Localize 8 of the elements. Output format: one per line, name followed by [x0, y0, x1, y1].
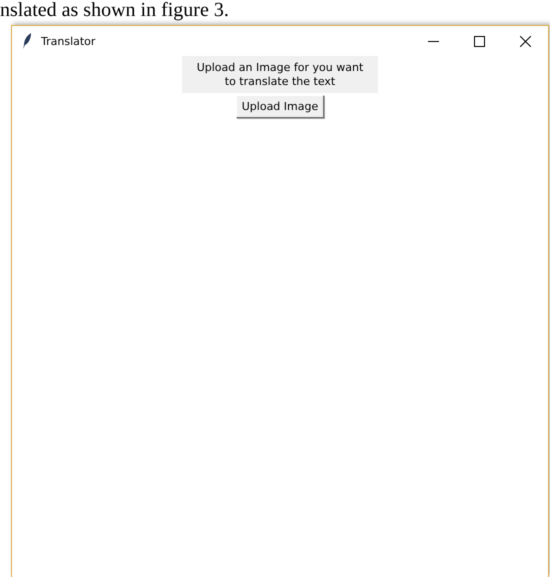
maximize-icon — [474, 36, 484, 46]
upload-button[interactable]: Upload Image — [236, 95, 324, 118]
minimize-icon — [428, 40, 438, 42]
feather-icon — [23, 33, 32, 49]
close-icon — [520, 36, 530, 46]
window-title: Translator — [41, 34, 96, 48]
prompt-label: Upload an Image for you want to translate the text — [182, 56, 378, 93]
caption-text: nslated as shown in figure 3. — [0, 0, 229, 21]
